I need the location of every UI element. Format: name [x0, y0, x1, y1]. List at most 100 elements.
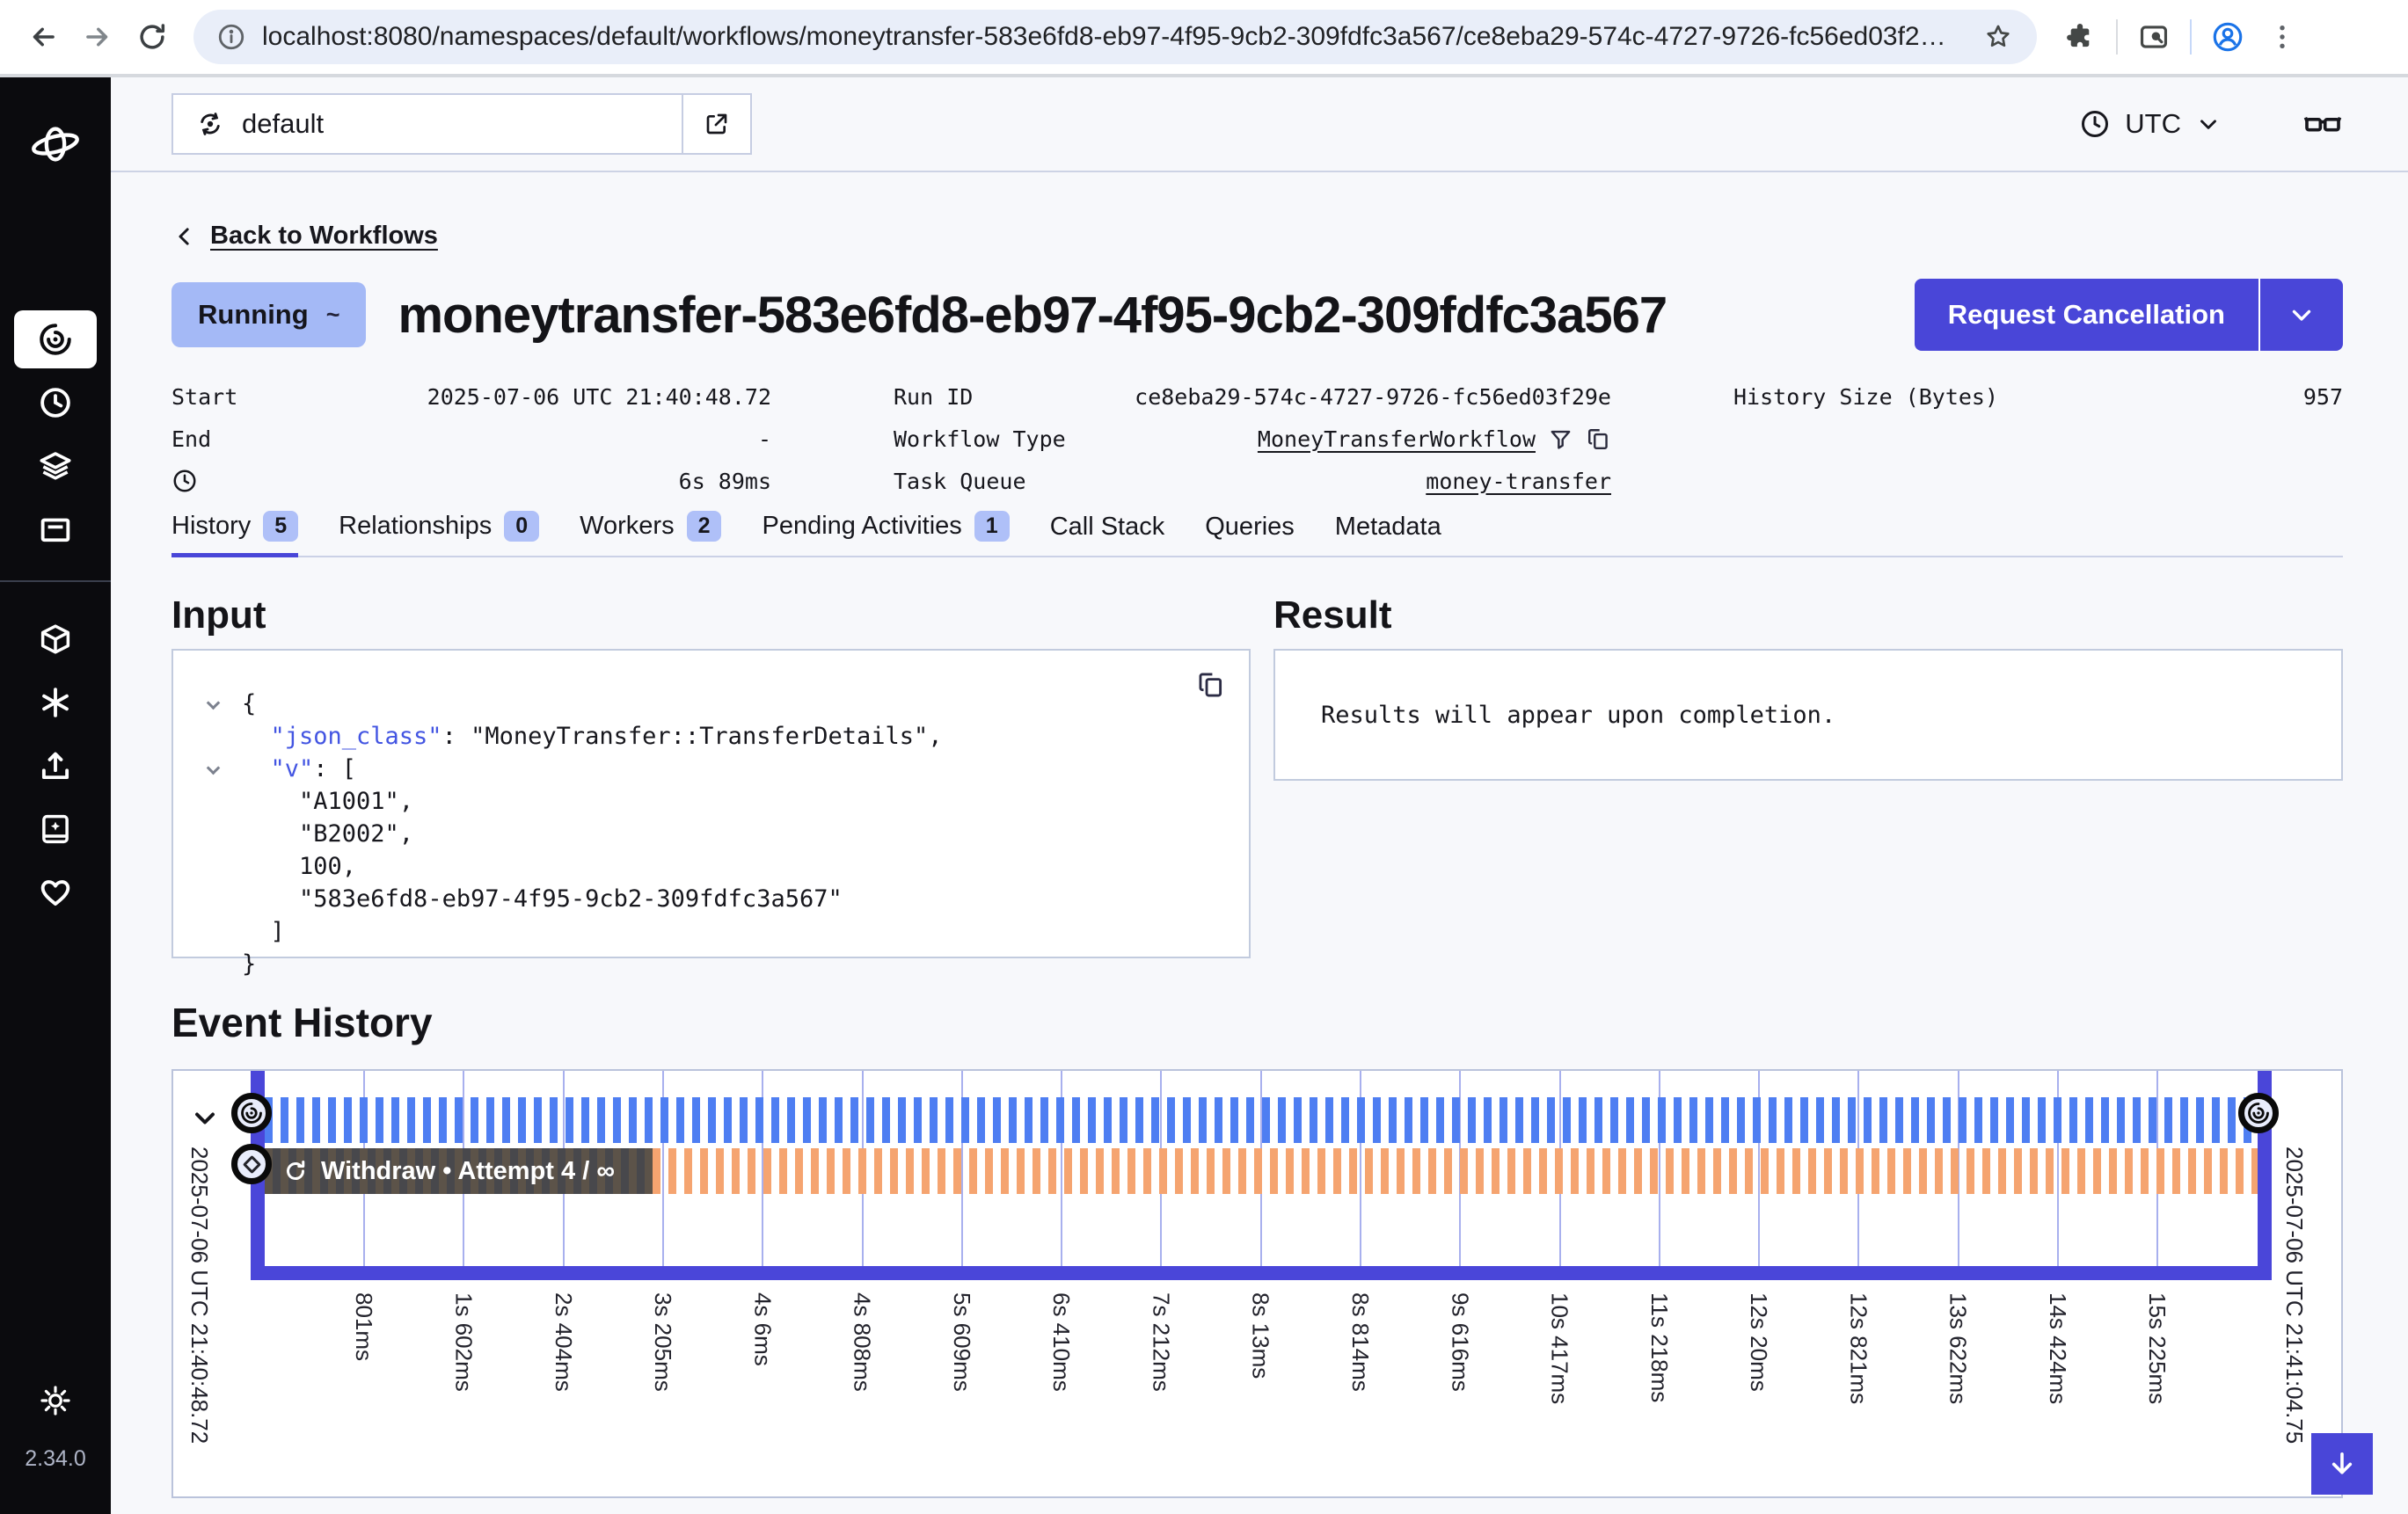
tab-metadata[interactable]: Metadata — [1335, 513, 1441, 556]
timeline-axis — [251, 1266, 2272, 1280]
tab-relationships-count: 0 — [504, 511, 539, 542]
tick-label: 9s 616ms — [1446, 1292, 1473, 1392]
json-line: "A1001", — [208, 785, 1214, 818]
run-id-value: ce8eba29-574c-4727-9726-fc56ed03f29e — [1135, 384, 1611, 410]
toolbar-divider-2 — [2190, 19, 2192, 55]
archive-box-icon — [37, 511, 74, 548]
clock-icon — [2079, 108, 2111, 140]
cancellation-dropdown-button[interactable] — [2258, 279, 2343, 351]
tab-call-stack[interactable]: Call Stack — [1050, 513, 1165, 556]
result-message: Results will appear upon completion. — [1321, 702, 1835, 729]
json-line: { — [208, 688, 1214, 720]
sidebar-item-import[interactable] — [0, 734, 111, 797]
activity-bar[interactable] — [653, 1148, 2258, 1194]
timeline-start-timestamp: 2025-07-06 UTC 21:40:48.72 — [186, 1146, 213, 1444]
sidebar-item-workflows[interactable] — [0, 308, 111, 371]
start-value: 2025-07-06 UTC 21:40:48.72 — [427, 384, 771, 410]
tick-label: 8s 13ms — [1247, 1292, 1274, 1379]
activity-label-bar[interactable]: Withdraw • Attempt 4 / ∞ — [265, 1148, 653, 1194]
sidebar-item-docs[interactable] — [0, 797, 111, 861]
copy-icon[interactable] — [1586, 426, 1611, 452]
browser-reload-button[interactable] — [125, 10, 179, 64]
sidebar: 2.34.0 — [0, 77, 111, 1514]
schedules-clock-icon — [37, 384, 74, 421]
browser-forward-button[interactable] — [70, 10, 125, 64]
arrow-left-icon — [26, 20, 60, 54]
duration-value: 6s 89ms — [679, 469, 771, 494]
copy-icon — [1196, 670, 1226, 700]
namespace-selector[interactable]: default — [171, 93, 752, 155]
copy-input-button[interactable] — [1196, 670, 1226, 700]
filter-funnel-icon[interactable] — [1548, 426, 1573, 452]
sidebar-item-nexus[interactable] — [0, 671, 111, 734]
url-bar[interactable]: localhost:8080/namespaces/default/workfl… — [193, 10, 2037, 64]
tab-workers-count: 2 — [687, 511, 722, 542]
main-content: Back to Workflows Running ~ moneytransfe… — [111, 172, 2408, 1498]
workflow-type-link[interactable]: MoneyTransferWorkflow — [1258, 426, 1536, 452]
chevron-down-icon — [2287, 300, 2317, 330]
sidebar-item-feedback[interactable] — [0, 861, 111, 924]
workflow-execution-bar[interactable] — [265, 1097, 2258, 1143]
glasses-icon — [2302, 104, 2343, 144]
input-json: {"json_class": "MoneyTransfer::TransferD… — [208, 688, 1214, 980]
tick-label: 12s 821ms — [1844, 1292, 1872, 1404]
workflow-start-marker[interactable] — [231, 1093, 272, 1133]
sidebar-item-deployments[interactable] — [0, 608, 111, 671]
sidebar-item-schedules[interactable] — [0, 371, 111, 434]
temporal-logo[interactable] — [30, 120, 81, 169]
tick-label: 4s 808ms — [849, 1292, 876, 1392]
tab-pending-activities-count: 1 — [974, 511, 1010, 542]
extensions-icon[interactable] — [2053, 10, 2107, 64]
tab-relationships[interactable]: Relationships0 — [339, 511, 539, 556]
input-json-box: {"json_class": "MoneyTransfer::TransferD… — [171, 649, 1251, 958]
history-size-value: 957 — [2303, 384, 2343, 410]
task-queue-link[interactable]: money-transfer — [1426, 469, 1611, 494]
workflow-end-marker[interactable] — [2238, 1093, 2279, 1133]
tab-history[interactable]: History5 — [171, 511, 298, 557]
input-section-title: Input — [171, 593, 1251, 638]
namespace-external-link[interactable] — [682, 95, 750, 153]
collapse-caret-icon[interactable] — [208, 702, 242, 711]
activity-start-marker[interactable] — [231, 1144, 272, 1184]
browser-menu-kebab-icon[interactable] — [2255, 10, 2309, 64]
duration-clock-icon — [171, 468, 198, 494]
tick-label: 1s 602ms — [449, 1292, 477, 1392]
timezone-selector[interactable]: UTC — [2079, 108, 2222, 140]
request-cancellation-button[interactable]: Request Cancellation — [1915, 279, 2258, 351]
profile-avatar-icon[interactable] — [2200, 10, 2255, 64]
workflow-spiral-icon — [2246, 1101, 2271, 1125]
sidebar-item-archival[interactable] — [0, 434, 111, 498]
collapse-row-chevron-icon[interactable] — [189, 1103, 221, 1134]
sidebar-item-batch[interactable] — [0, 498, 111, 561]
tick-label: 10s 417ms — [1546, 1292, 1573, 1404]
tick-label: 7s 212ms — [1147, 1292, 1174, 1392]
retry-icon — [282, 1158, 309, 1184]
site-info-icon[interactable] — [216, 22, 246, 52]
cube-icon — [37, 621, 74, 658]
status-badge[interactable]: Running ~ — [171, 282, 366, 347]
workflow-metadata: Start2025-07-06 UTC 21:40:48.72 End- 6s … — [171, 375, 2343, 502]
start-label: Start — [171, 384, 237, 410]
chevron-left-icon — [171, 223, 198, 250]
app-topbar: default UTC — [111, 77, 2408, 172]
tab-pending-activities[interactable]: Pending Activities1 — [762, 511, 1009, 556]
json-line: ] — [208, 915, 1214, 948]
tick-label: 8s 814ms — [1346, 1292, 1374, 1392]
timeline-end-timestamp: 2025-07-06 UTC 21:41:04.75 — [2280, 1146, 2308, 1444]
tab-search-icon[interactable] — [2127, 10, 2181, 64]
tab-queries[interactable]: Queries — [1205, 513, 1295, 556]
book-sparkle-icon — [37, 811, 74, 848]
labs-toggle[interactable] — [2302, 104, 2343, 144]
browser-back-button[interactable] — [16, 10, 70, 64]
theme-toggle-sun-icon[interactable] — [0, 1369, 111, 1432]
back-to-workflows-link[interactable]: Back to Workflows — [210, 222, 438, 251]
status-label: Running — [198, 299, 309, 331]
json-line: "v": [ — [208, 753, 1214, 785]
bookmark-star-icon[interactable] — [1982, 21, 2014, 53]
scroll-to-bottom-button[interactable] — [2311, 1433, 2373, 1495]
asterisk-icon — [37, 684, 74, 721]
tab-workers[interactable]: Workers2 — [580, 511, 721, 556]
reload-icon — [135, 20, 169, 54]
collapse-caret-icon[interactable] — [208, 767, 242, 776]
upload-icon — [37, 747, 74, 784]
